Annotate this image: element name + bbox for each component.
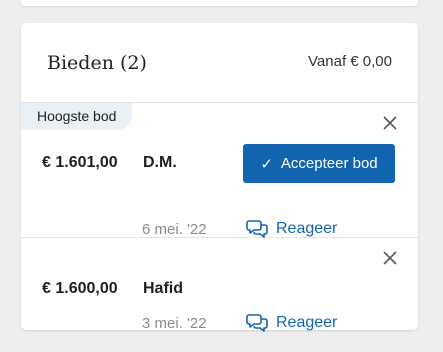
previous-card-edge [21, 0, 418, 6]
reply-button[interactable]: Reageer [246, 313, 337, 333]
bid-amount: € 1.600,00 [42, 280, 118, 297]
check-icon: ✓ [260, 155, 273, 173]
bid-row: Hoogste bod € 1.601,00 D.M. ✓ Accepteer … [21, 103, 418, 238]
starting-price: Vanaf € 0,00 [308, 53, 392, 70]
reply-label: Reageer [276, 314, 338, 331]
chat-bubbles-icon [246, 314, 268, 332]
bidder-name: Hafid [143, 280, 183, 297]
bidder-name: D.M. [143, 154, 177, 171]
bids-title: Bieden (2) [47, 52, 147, 74]
bids-header: Bieden (2) Vanaf € 0,00 [21, 23, 418, 103]
bid-row: € 1.600,00 Hafid 3 mei. '22 Reageer [21, 238, 418, 333]
bid-date: 6 mei. '22 [142, 221, 207, 238]
highest-bid-badge: Hoogste bod [21, 103, 133, 130]
bid-date: 3 mei. '22 [142, 315, 207, 332]
accept-bid-button[interactable]: ✓ Accepteer bod [243, 144, 395, 183]
close-icon[interactable] [382, 115, 398, 131]
close-icon[interactable] [382, 250, 398, 266]
bids-card: Bieden (2) Vanaf € 0,00 Hoogste bod € 1.… [21, 23, 418, 333]
reply-button[interactable]: Reageer [246, 219, 337, 239]
reply-label: Reageer [276, 220, 338, 237]
accept-bid-label: Accepteer bod [280, 155, 378, 172]
bid-amount: € 1.601,00 [42, 154, 118, 171]
chat-bubbles-icon [246, 220, 268, 238]
